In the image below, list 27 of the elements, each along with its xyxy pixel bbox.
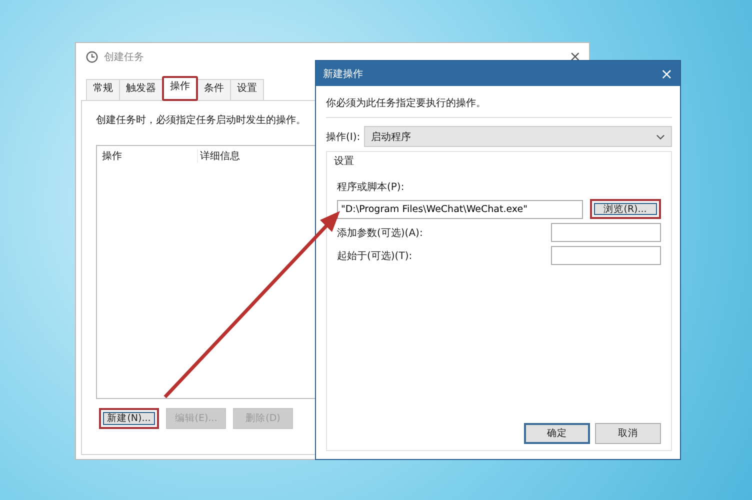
browse-button[interactable]: 浏览(R)... xyxy=(590,199,661,219)
instruction-text: 你必须为此任务指定要执行的操作。 xyxy=(326,96,487,110)
field-label: 添加参数(可选)(A): xyxy=(337,226,423,240)
tab[interactable]: 常规 xyxy=(86,79,120,100)
field-label: 程序或脚本(P): xyxy=(337,180,406,194)
arguments-input-field[interactable] xyxy=(551,223,661,242)
action-button[interactable]: 新建(N)... xyxy=(99,408,159,429)
chevron-down-icon xyxy=(656,134,665,140)
group-label: 设置 xyxy=(334,154,355,168)
program-input-field[interactable]: "D:\Program Files\WeChat\WeChat.exe" xyxy=(337,200,583,218)
dialog-button[interactable]: 确定 xyxy=(524,423,590,444)
description-text: 创建任务时，必须指定任务启动时发生的操作。 xyxy=(96,114,307,127)
field-label: 起始于(可选)(T): xyxy=(337,250,412,262)
close-button[interactable]: × xyxy=(660,64,673,82)
start-in-input-field[interactable] xyxy=(551,246,661,265)
dialog-title: 新建操作 xyxy=(323,68,363,80)
dialog-button[interactable]: 取消 xyxy=(595,423,661,444)
column-header[interactable]: 操作 xyxy=(102,149,198,163)
action-dropdown[interactable]: 启动程序 xyxy=(364,126,672,147)
clock-icon xyxy=(86,51,98,63)
window-title: 创建任务 xyxy=(104,50,144,64)
tab[interactable]: 条件 xyxy=(197,79,231,100)
tab[interactable]: 触发器 xyxy=(119,79,163,100)
action-label: 操作(I): xyxy=(326,130,360,144)
tab[interactable]: 操作 xyxy=(162,76,198,101)
column-header[interactable]: 详细信息 xyxy=(198,149,240,163)
tab[interactable]: 设置 xyxy=(230,79,264,100)
